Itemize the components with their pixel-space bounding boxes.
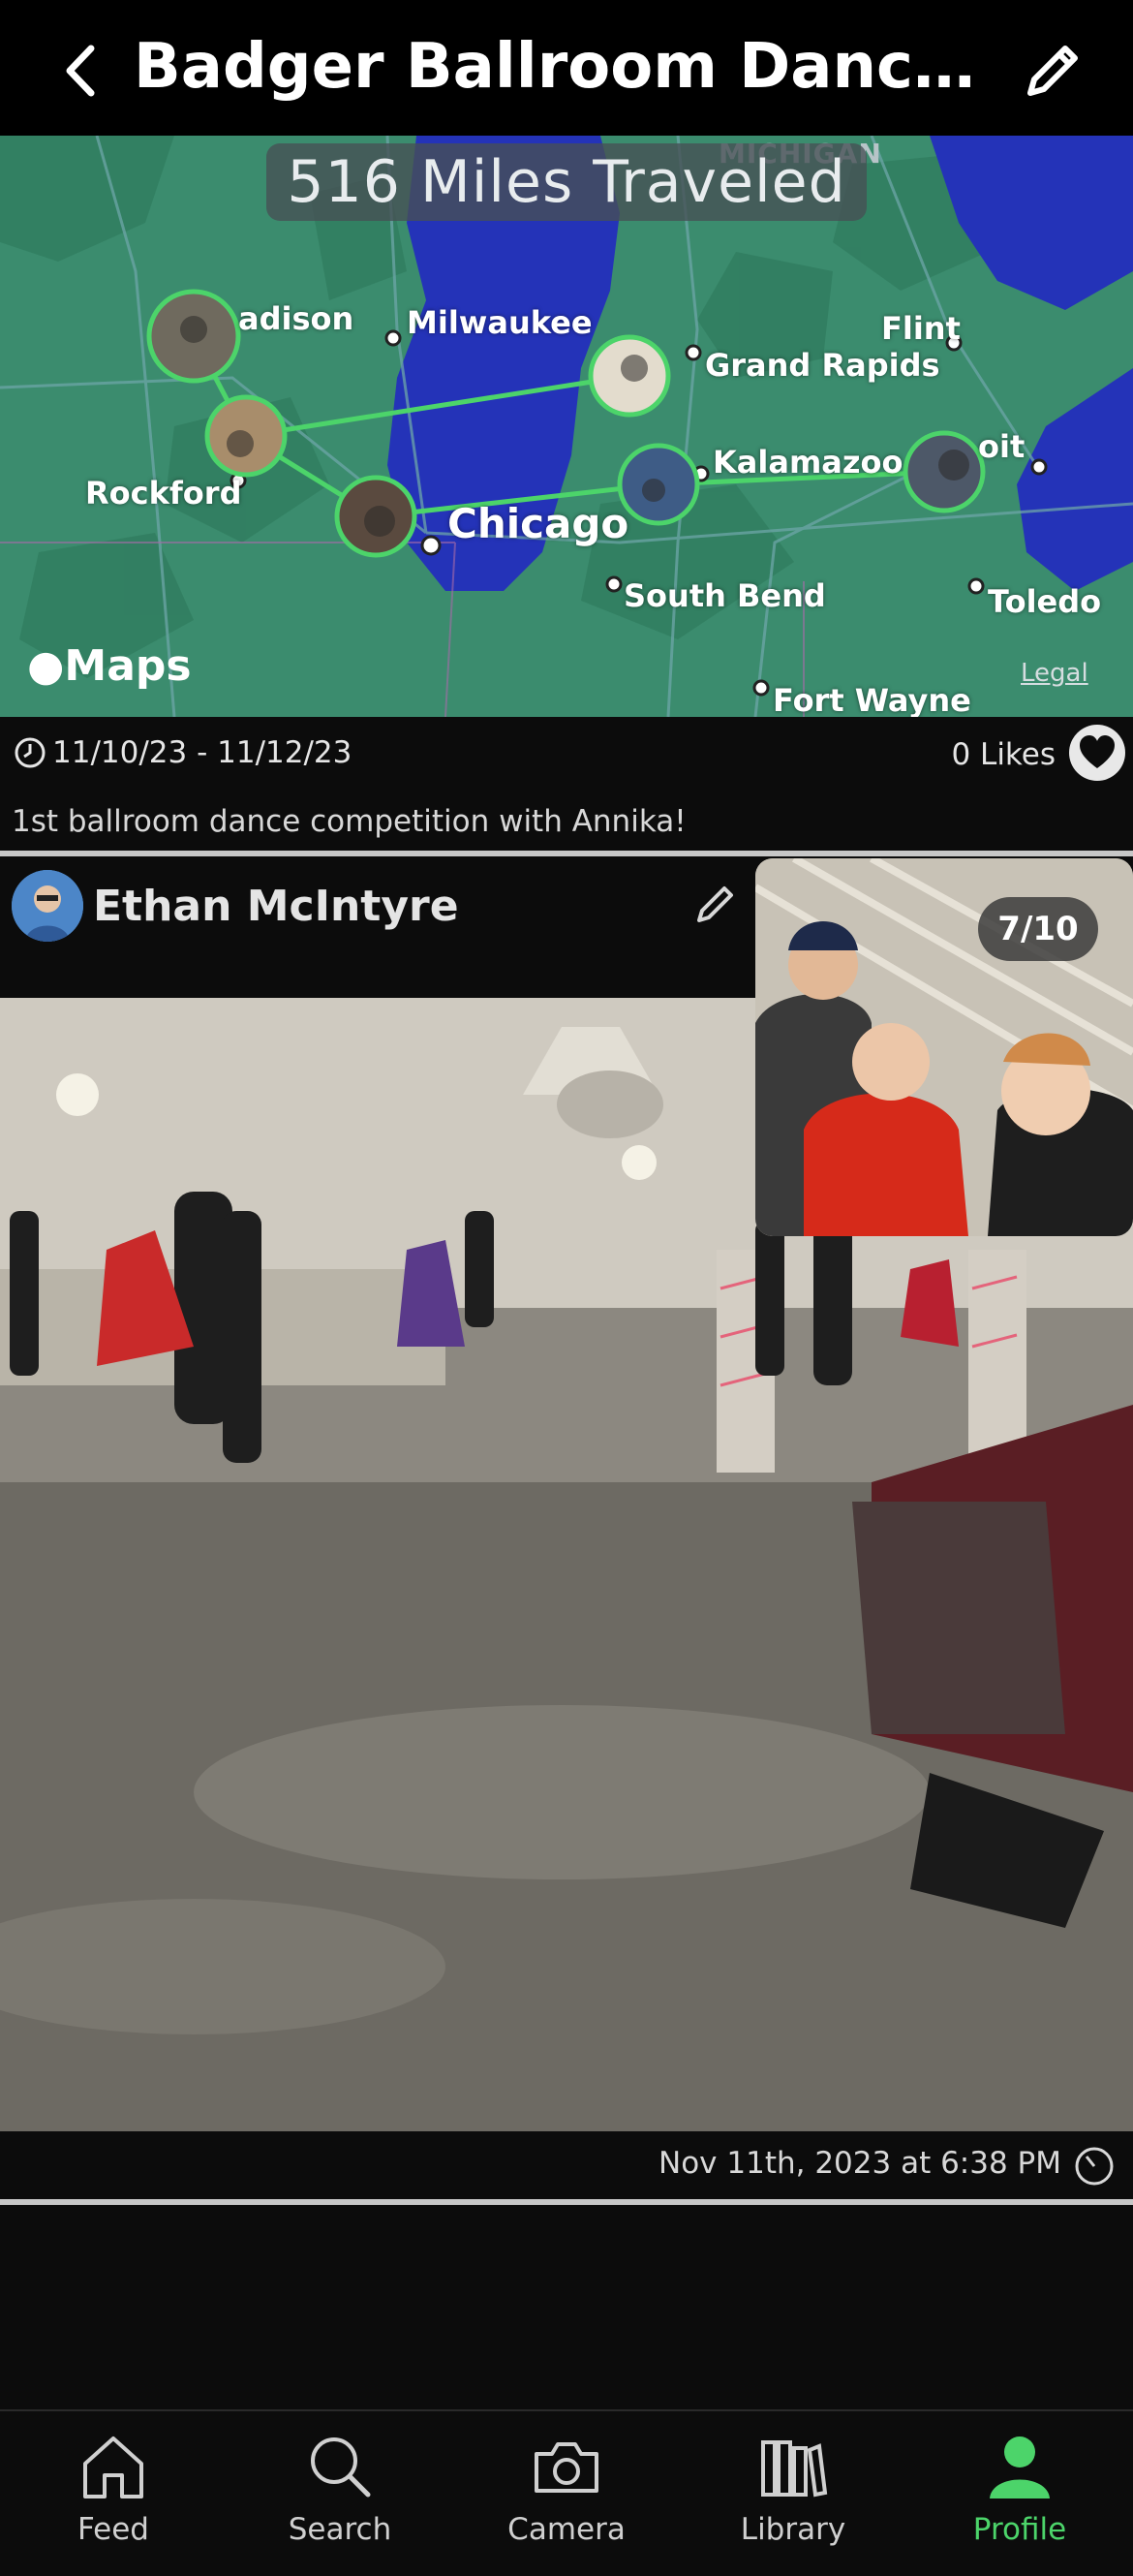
tab-feed[interactable]: Feed	[0, 2429, 227, 2564]
apple-logo-icon: ●	[27, 641, 65, 691]
home-icon	[83, 2436, 143, 2498]
page-title: Badger Ballroom Dances…	[134, 31, 1005, 103]
tab-camera-label: Camera	[507, 2512, 626, 2547]
legal-link[interactable]: Legal	[1021, 659, 1088, 688]
post-author[interactable]: Ethan McIntyre	[93, 878, 459, 936]
heart-icon	[1080, 735, 1115, 768]
city-detroit: oit	[978, 428, 1026, 465]
trip-info: 11/10/23 - 11/12/23 0 Likes 1st ballroom…	[0, 717, 1133, 853]
miles-traveled-label: 516 Miles Traveled	[266, 143, 867, 221]
city-flint: Flint	[881, 310, 961, 347]
back-chevron-icon[interactable]	[56, 37, 105, 105]
city-south-bend: South Bend	[624, 577, 826, 614]
city-rockford: Rockford	[85, 475, 242, 512]
clock-icon	[15, 737, 46, 768]
like-button[interactable]	[1069, 725, 1125, 781]
city-madison: adison	[238, 300, 354, 337]
tab-profile[interactable]: Profile	[906, 2429, 1133, 2564]
city-kalamazoo: Kalamazoo	[713, 444, 903, 481]
library-icon	[761, 2440, 828, 2498]
tab-library[interactable]: Library	[680, 2429, 906, 2564]
tab-search-label: Search	[288, 2512, 392, 2547]
person-icon	[990, 2436, 1050, 2498]
tab-search[interactable]: Search	[227, 2429, 453, 2564]
trip-map[interactable]: MICHIGAN 516 Miles Traveled adison Milwa…	[0, 136, 1133, 717]
tab-profile-label: Profile	[972, 2512, 1067, 2547]
tab-library-label: Library	[740, 2512, 846, 2547]
edit-pencil-icon[interactable]	[1019, 37, 1087, 105]
city-chicago: Chicago	[447, 500, 629, 547]
city-milwaukee: Milwaukee	[407, 304, 593, 341]
post-divider	[0, 2199, 1133, 2205]
avatar-image	[12, 870, 83, 942]
likes-count: 0 Likes	[951, 737, 1056, 772]
post-timestamp: Nov 11th, 2023 at 6:38 PM	[658, 2146, 1061, 2181]
city-toledo: Toledo	[988, 583, 1102, 620]
tab-feed-label: Feed	[77, 2512, 149, 2547]
tab-camera[interactable]: Camera	[453, 2429, 680, 2564]
timer-icon	[1075, 2147, 1114, 2186]
photo-counter-badge: 7/10	[978, 897, 1098, 961]
city-grand-rapids: Grand Rapids	[705, 347, 940, 384]
post-card: Ethan McIntyre 7/10 Nov 11th, 2023 at 6:…	[0, 856, 1133, 2203]
camera-icon	[535, 2442, 598, 2493]
trip-date-range: 11/10/23 - 11/12/23	[52, 735, 352, 770]
edit-post-icon[interactable]	[691, 880, 740, 928]
trip-caption: 1st ballroom dance competition with Anni…	[12, 804, 687, 839]
city-fort-wayne: Fort Wayne	[773, 682, 971, 717]
top-bar: Badger Ballroom Dances…	[0, 0, 1133, 136]
map-graphic	[0, 136, 1133, 717]
avatar[interactable]	[12, 870, 83, 942]
tab-bar: Feed Search Camera Library Profile	[0, 2409, 1133, 2576]
search-icon	[311, 2437, 371, 2498]
maps-attribution: ●Maps	[27, 641, 192, 691]
